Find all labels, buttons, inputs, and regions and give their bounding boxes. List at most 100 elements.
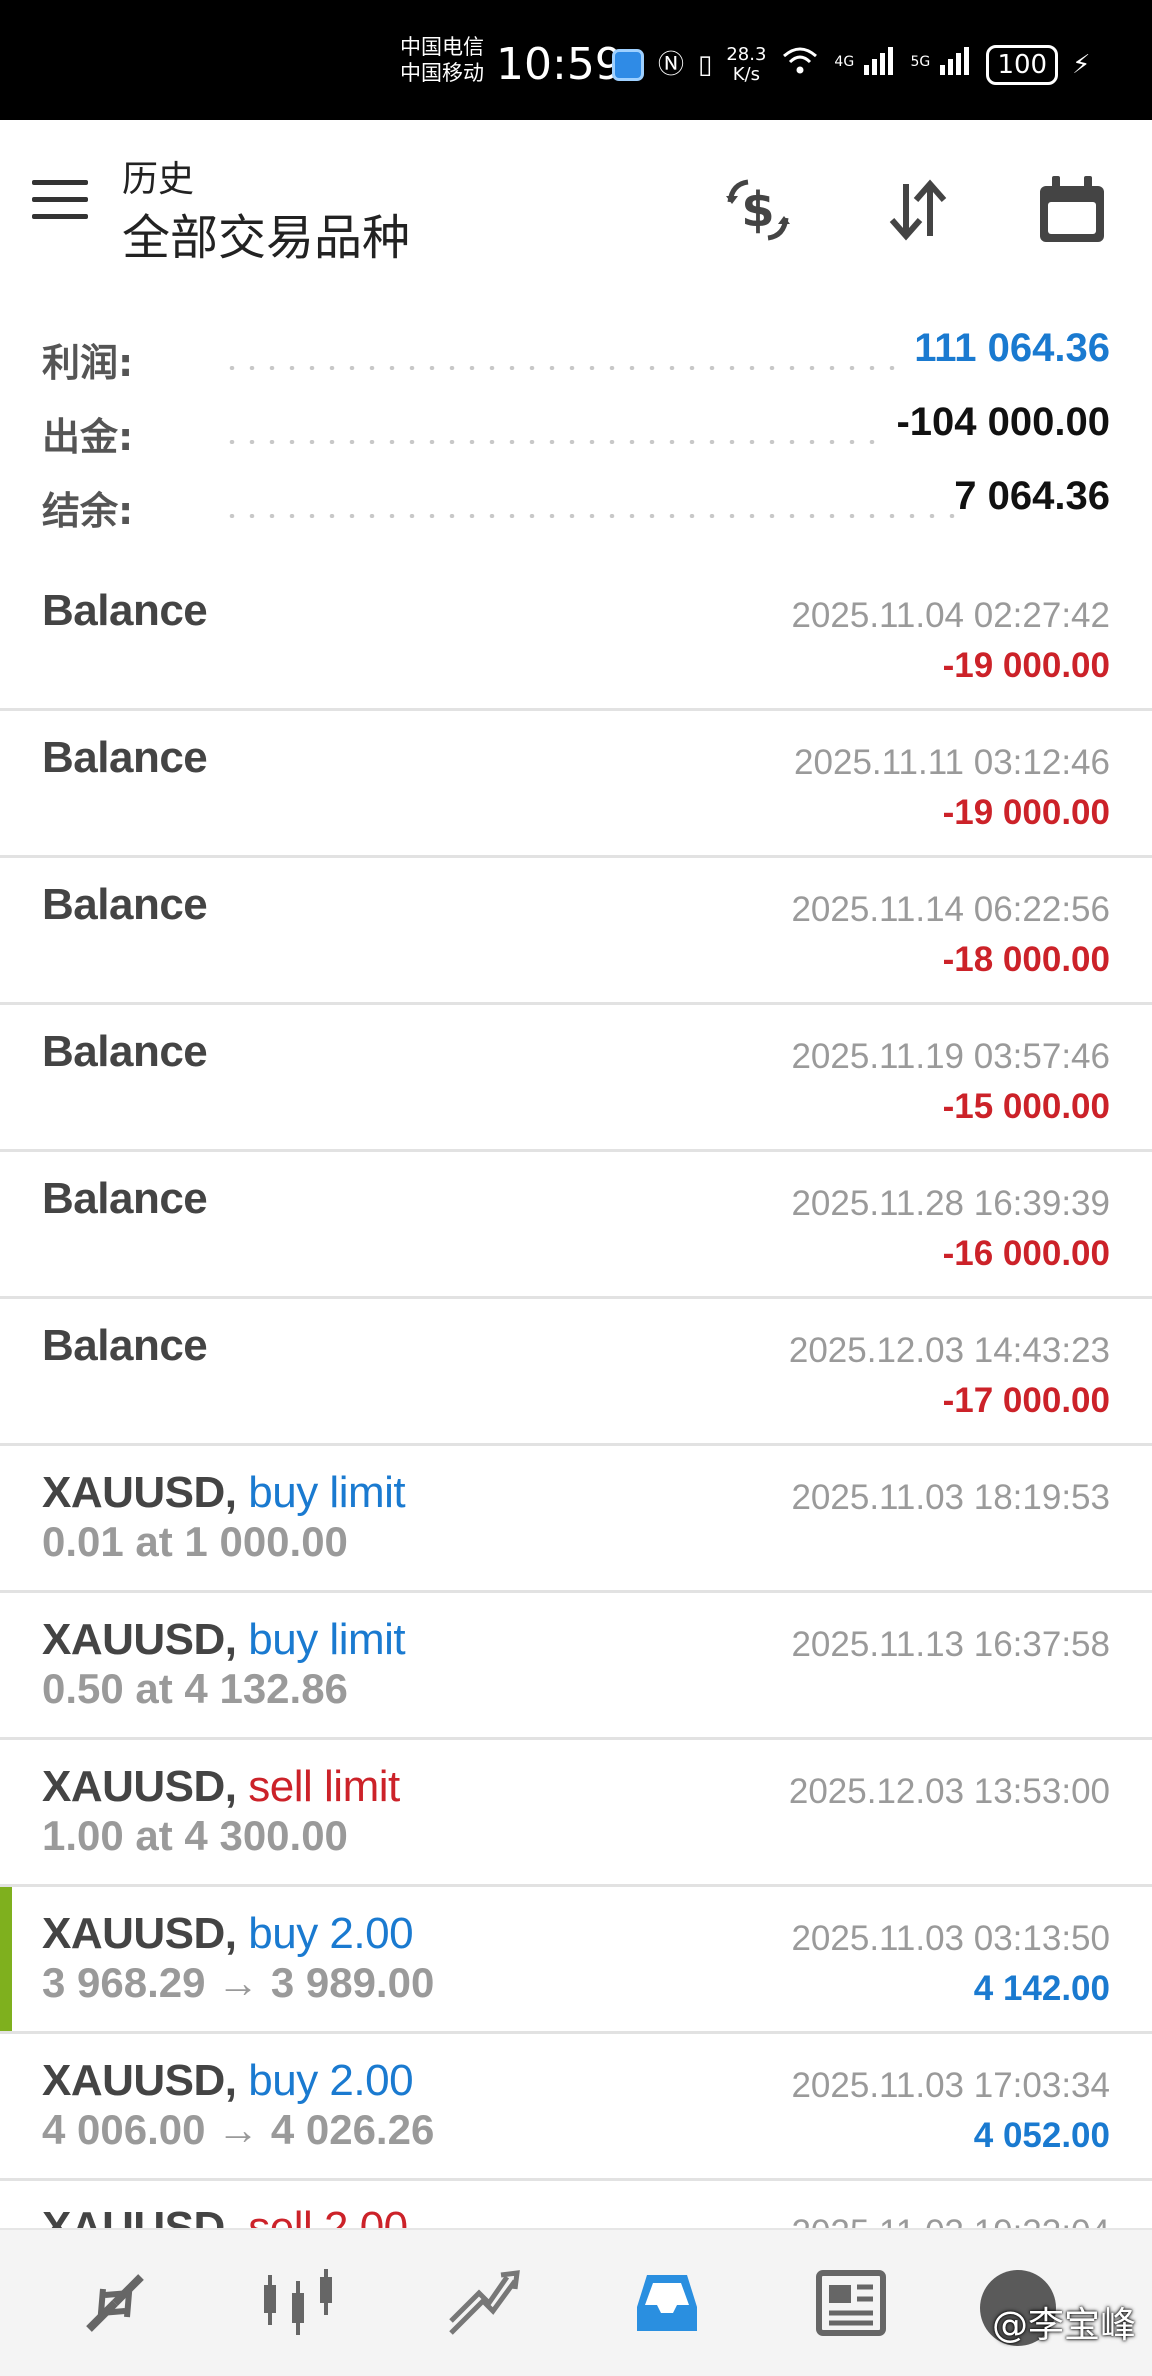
- row-title: Balance: [42, 880, 208, 929]
- row-detail: 0.50 at 4 132.86: [42, 1665, 348, 1712]
- order-type: buy limit: [248, 1615, 406, 1664]
- order-type: buy limit: [248, 1468, 406, 1517]
- order-row[interactable]: XAUUSD, sell limit 1.00 at 4 300.00 2025.1…: [0, 1740, 1152, 1887]
- carrier-2: 中国移动: [400, 61, 484, 85]
- dotted-leader: [222, 440, 882, 444]
- profit-value: 111 064.36: [914, 326, 1110, 370]
- menu-icon[interactable]: [32, 180, 88, 222]
- deal-row[interactable]: XAUUSD, buy 2.00 4 006.00 → 4 026.26 2025.…: [0, 2034, 1152, 2181]
- withdrawal-label: 出金:: [42, 415, 134, 459]
- sort-icon[interactable]: [876, 168, 960, 252]
- profit-label: 利润:: [42, 341, 134, 385]
- balance-row[interactable]: Balance 2025.11.19 03:57:46 -15 000.00: [0, 1005, 1152, 1152]
- signal-icon-5g: 5G: [910, 45, 972, 84]
- wifi-icon: [780, 44, 820, 85]
- carrier-names: 中国电信 中国移动: [400, 34, 484, 86]
- symbol: XAUUSD,: [42, 1762, 237, 1811]
- row-title: Balance: [42, 733, 208, 782]
- chart-icon[interactable]: [253, 2258, 343, 2348]
- balance-row[interactable]: Balance 2025.12.03 14:43:23 -17 000.00: [0, 1299, 1152, 1446]
- row-title: Balance: [42, 1027, 208, 1076]
- signal-icon-4g: 4G: [834, 45, 896, 84]
- row-timestamp: 2025.11.19 03:57:46: [791, 1037, 1110, 1076]
- vibrate-icon: ▯: [698, 49, 713, 80]
- dotted-leader: [222, 366, 902, 370]
- order-type: buy 2.00: [248, 2056, 414, 2105]
- row-detail: 1.00 at 4 300.00: [42, 1812, 348, 1859]
- symbol: XAUUSD,: [42, 1468, 237, 1517]
- balance-row[interactable]: Balance 2025.11.28 16:39:39 -16 000.00: [0, 1152, 1152, 1299]
- status-clock: 10:59: [496, 39, 623, 90]
- row-title: Balance: [42, 1174, 208, 1223]
- calendar-icon[interactable]: [1030, 168, 1114, 252]
- row-symbol-line: XAUUSD, buy limit: [42, 1615, 406, 1665]
- balance-row: 结余: 7 064.36: [42, 470, 1110, 534]
- history-icon[interactable]: [622, 2258, 712, 2348]
- order-row[interactable]: XAUUSD, buy limit 0.01 at 1 000.00 2025.11…: [0, 1446, 1152, 1593]
- row-timestamp: 2025.11.28 16:39:39: [791, 1184, 1110, 1223]
- row-amount: -17 000.00: [942, 1381, 1110, 1420]
- dotted-leader: [222, 514, 962, 518]
- app-notification-icon: [612, 48, 644, 81]
- network-speed: 28.3 K/s: [726, 43, 767, 85]
- row-symbol-line: XAUUSD, buy 2.00: [42, 2056, 414, 2106]
- profit-row: 利润: 111 064.36: [42, 322, 1110, 386]
- row-timestamp: 2025.11.13 16:37:58: [791, 1625, 1110, 1664]
- row-amount: -19 000.00: [942, 646, 1110, 685]
- deal-row[interactable]: XAUUSD, buy 2.00 3 968.29 → 3 989.00 2025.…: [0, 1887, 1152, 2034]
- symbol: XAUUSD,: [42, 1909, 237, 1958]
- row-amount: -18 000.00: [942, 940, 1110, 979]
- trade-icon[interactable]: [438, 2258, 528, 2348]
- row-title: Balance: [42, 586, 208, 635]
- balance-row[interactable]: Balance 2025.11.14 06:22:56 -18 000.00: [0, 858, 1152, 1005]
- app-header: 历史 全部交易品种 $: [0, 120, 1152, 290]
- row-symbol-line: XAUUSD, buy 2.00: [42, 1909, 414, 1959]
- row-amount: 4 052.00: [973, 2116, 1110, 2155]
- row-timestamp: 2025.11.04 02:27:42: [791, 596, 1110, 635]
- row-amount: -15 000.00: [942, 1087, 1110, 1126]
- row-timestamp: 2025.11.03 17:03:34: [791, 2066, 1110, 2105]
- withdrawal-value: -104 000.00: [896, 400, 1110, 444]
- carrier-1: 中国电信: [400, 35, 484, 59]
- balance-row[interactable]: Balance 2025.11.11 03:12:46 -19 000.00: [0, 711, 1152, 858]
- news-icon[interactable]: [806, 2258, 896, 2348]
- row-amount: -19 000.00: [942, 793, 1110, 832]
- row-timestamp: 2025.12.03 13:53:00: [788, 1772, 1110, 1811]
- quotes-icon[interactable]: [70, 2258, 160, 2348]
- charging-icon: ⚡: [1072, 49, 1091, 80]
- order-row[interactable]: XAUUSD, buy limit 0.50 at 4 132.86 2025.11…: [0, 1593, 1152, 1740]
- nfc-icon: Ⓝ: [658, 49, 685, 80]
- order-type: buy 2.00: [248, 1909, 414, 1958]
- svg-text:$: $: [741, 182, 774, 238]
- balance-row[interactable]: Balance 2025.11.04 02:27:42 -19 000.00: [0, 564, 1152, 711]
- bottom-navigation: @李宝峰: [0, 2228, 1152, 2376]
- currency-exchange-icon[interactable]: $: [716, 168, 800, 252]
- row-timestamp: 2025.11.14 06:22:56: [791, 890, 1110, 929]
- selected-indicator: [0, 1887, 12, 2031]
- battery-icon: 100: [986, 44, 1059, 85]
- balance-label: 结余:: [42, 489, 134, 533]
- withdrawal-row: 出金: -104 000.00: [42, 396, 1110, 460]
- row-symbol-line: XAUUSD, sell limit: [42, 1762, 400, 1812]
- watermark: @李宝峰: [991, 2305, 1136, 2346]
- row-symbol-line: XAUUSD, buy limit: [42, 1468, 406, 1518]
- balance-value: 7 064.36: [954, 474, 1110, 518]
- header-subtitle: 历史: [122, 159, 195, 200]
- row-detail: 4 006.00 → 4 026.26: [42, 2106, 435, 2153]
- row-title: Balance: [42, 1321, 208, 1370]
- row-detail: 3 968.29 → 3 989.00: [42, 1959, 435, 2006]
- summary-panel: 利润: 111 064.36 出金: -104 000.00 结余: 7 064…: [0, 300, 1152, 564]
- row-timestamp: 2025.12.03 14:43:23: [788, 1331, 1110, 1370]
- symbol: XAUUSD,: [42, 1615, 237, 1664]
- row-amount: -16 000.00: [942, 1234, 1110, 1273]
- row-timestamp: 2025.11.11 03:12:46: [794, 743, 1110, 782]
- row-timestamp: 2025.11.03 03:13:50: [791, 1919, 1110, 1958]
- status-bar: 中国电信 中国移动 10:59 Ⓝ ▯ 28.3 K/s 4G 5G 100 ⚡: [0, 0, 1152, 120]
- row-amount: 4 142.00: [973, 1969, 1110, 2008]
- order-type: sell limit: [248, 1762, 400, 1811]
- symbol: XAUUSD,: [42, 2056, 237, 2105]
- row-detail: 0.01 at 1 000.00: [42, 1518, 348, 1565]
- status-icons: Ⓝ ▯ 28.3 K/s 4G 5G 100 ⚡: [612, 44, 1090, 85]
- row-timestamp: 2025.11.03 18:19:53: [791, 1478, 1110, 1517]
- header-title[interactable]: 全部交易品种: [122, 198, 410, 268]
